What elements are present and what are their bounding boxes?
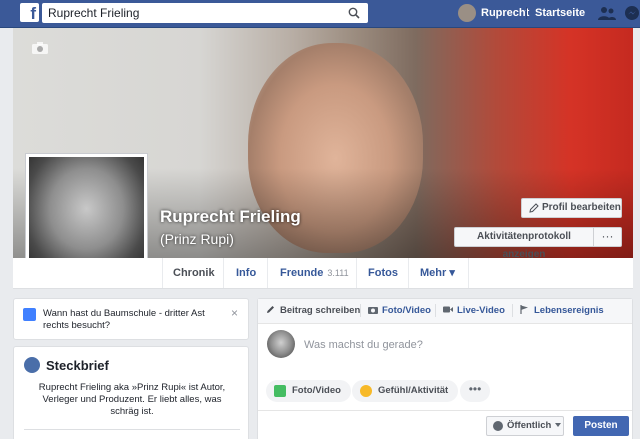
tab-chronik[interactable]: Chronik bbox=[173, 258, 215, 288]
tab-life-event[interactable]: Lebensereignis bbox=[520, 305, 604, 316]
post-button[interactable]: Posten bbox=[573, 416, 629, 436]
pencil-icon bbox=[267, 306, 274, 313]
tab-divider bbox=[223, 258, 224, 288]
friends-count: 3.111 bbox=[327, 268, 349, 278]
profile-alternate-name: (Prinz Rupi) bbox=[160, 231, 234, 247]
nav-user-name[interactable]: Ruprecht bbox=[481, 7, 529, 19]
tab-divider bbox=[356, 258, 357, 288]
composer-avatar bbox=[267, 330, 295, 358]
feeling-activity-button[interactable]: Gefühl/Aktivität bbox=[352, 380, 459, 402]
edit-icon bbox=[23, 308, 36, 321]
tab-live-video[interactable]: Live-Video bbox=[443, 305, 505, 316]
messenger-icon[interactable] bbox=[624, 5, 640, 21]
intro-card: Steckbrief Ruprecht Frieling aka »Prinz … bbox=[13, 346, 249, 439]
facebook-logo[interactable]: f bbox=[20, 3, 39, 23]
tab-mehr[interactable]: Mehr ▾ bbox=[420, 258, 455, 288]
search-input[interactable]: Ruprecht Frieling bbox=[42, 3, 368, 23]
divider bbox=[258, 410, 632, 411]
tab-fotos[interactable]: Fotos bbox=[368, 258, 398, 288]
memory-prompt-text[interactable]: Wann hast du Baumschule - dritter Ast re… bbox=[43, 308, 223, 332]
tab-divider bbox=[468, 258, 469, 288]
photo-icon bbox=[274, 385, 286, 397]
photo-video-button[interactable]: Foto/Video bbox=[266, 380, 351, 402]
edit-profile-button[interactable]: Profil bearbeiten bbox=[521, 198, 622, 218]
tab-live-video-label: Live-Video bbox=[457, 305, 505, 316]
chevron-down-icon bbox=[555, 423, 562, 427]
tab-divider bbox=[435, 304, 436, 317]
more-options-button[interactable]: ··· bbox=[594, 227, 622, 247]
tab-write-post-label: Beitrag schreiben bbox=[280, 305, 361, 316]
tab-life-event-label: Lebensereignis bbox=[534, 305, 604, 316]
tab-divider bbox=[408, 258, 409, 288]
tab-photo-video[interactable]: Foto/Video bbox=[368, 305, 431, 316]
photo-video-label: Foto/Video bbox=[292, 385, 341, 396]
tab-divider bbox=[512, 304, 513, 317]
composer-input[interactable]: Was machst du gerade? bbox=[304, 339, 423, 351]
tab-divider bbox=[267, 258, 268, 288]
user-avatar[interactable] bbox=[458, 4, 476, 22]
friend-requests-icon[interactable] bbox=[598, 6, 616, 21]
tab-write-post[interactable]: Beitrag schreiben bbox=[266, 305, 360, 316]
post-composer: Beitrag schreiben Foto/Video Live-Video … bbox=[257, 298, 633, 439]
intro-title: Steckbrief bbox=[46, 358, 109, 373]
feeling-activity-label: Gefühl/Aktivität bbox=[378, 385, 449, 396]
flag-icon bbox=[520, 305, 528, 314]
camera-icon[interactable] bbox=[32, 42, 48, 54]
tab-info[interactable]: Info bbox=[236, 258, 256, 288]
more-actions-button[interactable]: ••• bbox=[460, 380, 490, 402]
globe-icon bbox=[24, 357, 40, 373]
tab-photo-video-label: Foto/Video bbox=[382, 305, 431, 316]
intro-bio: Ruprecht Frieling aka »Prinz Rupi« ist A… bbox=[38, 382, 226, 417]
pencil-icon bbox=[529, 203, 539, 213]
globe-icon bbox=[493, 421, 503, 431]
profile-name[interactable]: Ruprecht Frieling bbox=[160, 207, 301, 227]
smiley-icon bbox=[360, 385, 372, 397]
top-navigation-bar: f Ruprecht Frieling Ruprecht Startseite bbox=[0, 0, 640, 28]
divider bbox=[24, 429, 240, 430]
search-icon[interactable] bbox=[348, 7, 360, 19]
audience-label: Öffentlich bbox=[507, 420, 552, 431]
tab-freunde-label: Freunde bbox=[280, 267, 324, 279]
profile-picture-image bbox=[29, 157, 144, 272]
tab-divider bbox=[360, 304, 361, 317]
camera-icon bbox=[368, 307, 378, 314]
search-value: Ruprecht Frieling bbox=[48, 6, 140, 20]
video-icon bbox=[443, 306, 453, 313]
tab-divider bbox=[162, 258, 163, 288]
nav-home-link[interactable]: Startseite bbox=[535, 7, 585, 19]
memory-prompt-card: Wann hast du Baumschule - dritter Ast re… bbox=[13, 298, 249, 340]
tab-freunde[interactable]: Freunde 3.111 bbox=[280, 258, 349, 288]
close-button[interactable]: × bbox=[231, 306, 238, 320]
profile-tabs: Chronik Info Freunde 3.111 Fotos Mehr ▾ bbox=[13, 258, 633, 289]
nav-divider bbox=[526, 7, 527, 19]
audience-selector[interactable]: Öffentlich bbox=[486, 416, 564, 436]
activity-log-button[interactable]: Aktivitätenprotokoll anzeigen bbox=[454, 227, 594, 260]
composer-tabs: Beitrag schreiben Foto/Video Live-Video … bbox=[258, 299, 632, 324]
edit-profile-label: Profil bearbeiten bbox=[542, 202, 621, 213]
